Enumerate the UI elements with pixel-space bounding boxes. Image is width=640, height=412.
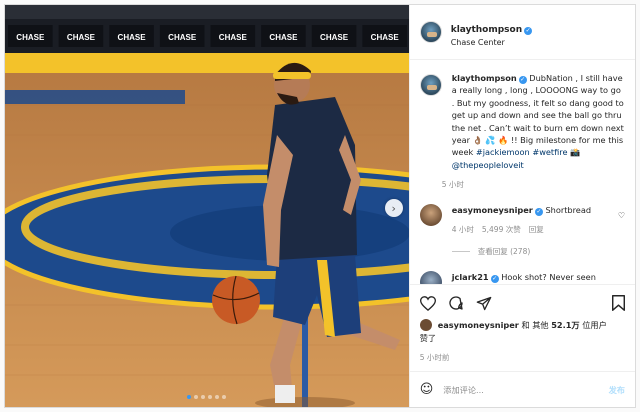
caption-username[interactable]: klaythompson xyxy=(452,73,517,83)
basketball-court-photo: CHASE CHASE CHASE CHASE CHASE CHASE CHASE CHASE xyxy=(5,5,409,407)
author-username[interactable]: klaythompson xyxy=(451,25,522,35)
arena-sign-text: CHASE xyxy=(16,33,45,42)
view-replies-button[interactable]: 查看回复 (278) xyxy=(452,246,625,257)
arena-sign-text: CHASE xyxy=(67,33,96,42)
post-header: klaythompson ✓ Chase Center xyxy=(409,5,635,60)
comment-avatar[interactable] xyxy=(419,204,442,227)
arena-sign-text: CHASE xyxy=(269,33,298,42)
likes-line-2: 赞了 xyxy=(419,333,437,343)
comment-reply-button[interactable]: 回复 xyxy=(529,224,544,236)
carousel-dot xyxy=(187,395,192,399)
likes-suffix: 位用户 xyxy=(582,320,607,330)
caption-mention[interactable]: @thepeopleloveit xyxy=(452,160,524,170)
bookmark-icon[interactable] xyxy=(612,295,625,311)
carousel-dots xyxy=(5,395,409,399)
caption-time: 5 小时 xyxy=(441,180,464,190)
post-details-panel: klaythompson ✓ Chase Center klaythompson ✓… xyxy=(408,5,635,407)
comment-avatar[interactable] xyxy=(419,271,442,284)
comment-time: 4 小时 xyxy=(451,225,474,235)
comment-icon[interactable] xyxy=(448,295,464,311)
verified-badge-icon: ✓ xyxy=(490,275,499,284)
arena-sign-text: CHASE xyxy=(118,33,147,42)
comment-username[interactable]: jclark21 xyxy=(452,272,489,282)
add-comment-bar: ☺ 添加评论... 发布 xyxy=(409,371,635,407)
likes-summary[interactable]: easymoneysniper 和 其他 52.1万 位用户 xyxy=(419,319,625,331)
verified-badge-icon: ✓ xyxy=(534,208,543,217)
carousel-dot xyxy=(222,395,227,399)
comment-username[interactable]: easymoneysniper xyxy=(452,205,533,215)
caption-hashtags[interactable]: #jackiemoon #wetfire 📸 xyxy=(476,147,580,157)
liker-avatar xyxy=(419,319,432,331)
action-bar xyxy=(419,293,625,313)
likes-text: 和 其他 xyxy=(521,320,549,330)
comment-item: jclark21 ✓ Hook shot? Never seen xyxy=(419,271,625,284)
carousel-dot xyxy=(215,395,220,399)
chevron-right-icon: › xyxy=(391,201,396,215)
comment-text: Hook shot? Never seen xyxy=(501,272,596,283)
likes-count[interactable]: 52.1万 xyxy=(551,320,579,330)
next-photo-button[interactable]: › xyxy=(384,199,403,217)
caption-avatar[interactable] xyxy=(419,74,442,96)
carousel-dot xyxy=(201,395,206,399)
caption: klaythompson ✓ DubNation , I still have a… xyxy=(419,72,625,190)
post-photo: CHASE CHASE CHASE CHASE CHASE CHASE CHASE CHASE xyxy=(5,5,409,407)
comments-list[interactable]: klaythompson ✓ DubNation , I still have a… xyxy=(410,60,635,284)
post-location[interactable]: Chase Center xyxy=(451,38,532,47)
arena-sign-text: CHASE xyxy=(168,33,197,42)
liker-username[interactable]: easymoneysniper xyxy=(438,320,519,330)
comment-like-heart-icon[interactable]: ♡ xyxy=(618,211,625,220)
comment-input[interactable]: 添加评论... xyxy=(443,384,608,396)
carousel-dot xyxy=(208,395,213,399)
carousel-dot xyxy=(194,395,199,399)
arena-sign-text: CHASE xyxy=(371,33,400,42)
emoji-icon[interactable]: ☺ xyxy=(420,382,434,397)
author-avatar[interactable] xyxy=(419,21,442,43)
share-icon[interactable] xyxy=(476,296,492,311)
comment-likes[interactable]: 5,499 次赞 xyxy=(482,224,521,236)
comment-text: Shortbread xyxy=(545,205,592,216)
post-timestamp: 5 小时前 xyxy=(419,353,450,362)
verified-badge-icon: ✓ xyxy=(524,27,533,35)
arena-sign-text: CHASE xyxy=(320,33,349,42)
arena-sign-text: CHASE xyxy=(219,33,248,42)
heart-icon[interactable] xyxy=(419,295,436,311)
comment-item: easymoneysniper ✓ Shortbread 4 小时 5,499 次… xyxy=(419,204,625,236)
post-actions-area: easymoneysniper 和 其他 52.1万 位用户 赞了 5 小时前 xyxy=(409,284,635,371)
verified-badge-icon: ✓ xyxy=(518,76,527,84)
instagram-post-modal: CHASE CHASE CHASE CHASE CHASE CHASE CHASE CHASE xyxy=(4,4,636,408)
caption-text: DubNation , I still have a really long ,… xyxy=(451,73,624,158)
post-comment-button[interactable]: 发布 xyxy=(609,384,625,396)
